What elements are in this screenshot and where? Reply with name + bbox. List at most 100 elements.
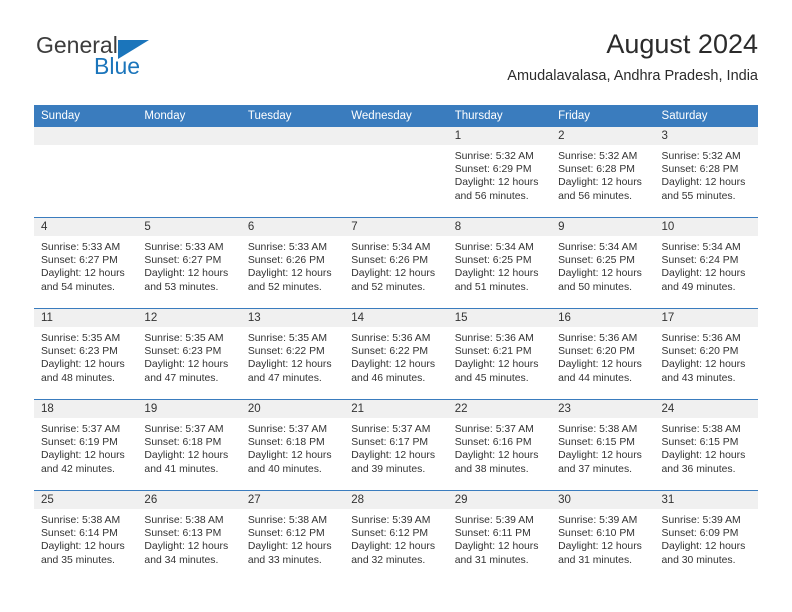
daylight-text-cont: and 49 minutes. xyxy=(661,281,736,293)
daylight-text-cont: and 51 minutes. xyxy=(454,281,529,293)
calendar-day-cell[interactable]: 1 Sunrise: 5:32 AM Sunset: 6:29 PM Daylight… xyxy=(447,127,552,218)
calendar-day-cell[interactable]: 13 Sunrise: 5:35 AM Sunset: 6:22 PM Dayligh… xyxy=(240,308,345,400)
sunset-text: Sunset: 6:29 PM xyxy=(454,164,532,176)
calendar-day-cell[interactable]: 28 Sunrise: 5:39 AM Sunset: 6:12 PM Dayligh… xyxy=(344,490,448,581)
day-details: Sunrise: 5:36 AM Sunset: 6:20 PM Daylight:… xyxy=(655,327,758,385)
day-details: Sunrise: 5:39 AM Sunset: 6:11 PM Daylight:… xyxy=(448,509,551,567)
calendar-day-cell[interactable]: 14 Sunrise: 5:36 AM Sunset: 6:22 PM Dayligh… xyxy=(344,308,448,400)
sunrise-text: Sunrise: 5:36 AM xyxy=(454,333,534,344)
calendar-day-cell[interactable]: 8 Sunrise: 5:34 AM Sunset: 6:25 PM Daylight… xyxy=(447,217,552,309)
sunset-text: Sunset: 6:21 PM xyxy=(454,346,532,358)
day-details: Sunrise: 5:38 AM Sunset: 6:15 PM Daylight:… xyxy=(655,418,758,476)
day-number: 26 xyxy=(137,491,241,509)
calendar-cell-empty xyxy=(34,127,138,218)
daylight-text-cont: and 56 minutes. xyxy=(558,190,633,202)
sunrise-text: Sunrise: 5:33 AM xyxy=(41,242,121,253)
day-number: 3 xyxy=(654,127,758,145)
calendar-day-cell[interactable]: 7 Sunrise: 5:34 AM Sunset: 6:26 PM Daylight… xyxy=(344,217,448,309)
day-number: 7 xyxy=(344,218,448,236)
calendar-day-cell[interactable]: 17 Sunrise: 5:36 AM Sunset: 6:20 PM Dayligh… xyxy=(654,308,758,400)
calendar-day-cell[interactable]: 5 Sunrise: 5:33 AM Sunset: 6:27 PM Daylight… xyxy=(137,217,241,309)
day-number: 23 xyxy=(551,400,655,418)
page-title: August 2024 xyxy=(606,29,758,59)
sunset-text: Sunset: 6:27 PM xyxy=(41,255,118,267)
calendar-day-cell[interactable]: 18 Sunrise: 5:37 AM Sunset: 6:19 PM Dayligh… xyxy=(34,399,138,491)
daylight-text: Daylight: 12 hours xyxy=(454,450,539,462)
day-number xyxy=(344,127,448,145)
calendar-day-cell[interactable]: 22 Sunrise: 5:37 AM Sunset: 6:16 PM Dayligh… xyxy=(447,399,552,491)
calendar-day-cell[interactable]: 15 Sunrise: 5:36 AM Sunset: 6:21 PM Dayligh… xyxy=(447,308,552,400)
day-details: Sunrise: 5:34 AM Sunset: 6:25 PM Daylight:… xyxy=(551,236,654,294)
daylight-text-cont: and 37 minutes. xyxy=(558,463,633,475)
calendar-day-cell[interactable]: 30 Sunrise: 5:39 AM Sunset: 6:10 PM Dayligh… xyxy=(551,490,655,581)
day-details: Sunrise: 5:39 AM Sunset: 6:09 PM Daylight:… xyxy=(655,509,758,567)
daylight-text: Daylight: 12 hours xyxy=(454,268,539,280)
daylight-text-cont: and 50 minutes. xyxy=(558,281,633,293)
daylight-text-cont: and 39 minutes. xyxy=(351,463,426,475)
calendar-day-cell[interactable]: 27 Sunrise: 5:38 AM Sunset: 6:12 PM Dayligh… xyxy=(240,490,345,581)
day-details: Sunrise: 5:33 AM Sunset: 6:26 PM Daylight:… xyxy=(241,236,344,294)
calendar-day-cell[interactable]: 12 Sunrise: 5:35 AM Sunset: 6:23 PM Dayligh… xyxy=(137,308,241,400)
sunrise-text: Sunrise: 5:34 AM xyxy=(558,242,638,253)
daylight-text: Daylight: 12 hours xyxy=(351,359,436,371)
daylight-text: Daylight: 12 hours xyxy=(558,268,642,280)
calendar-day-cell[interactable]: 16 Sunrise: 5:36 AM Sunset: 6:20 PM Dayligh… xyxy=(551,308,655,400)
calendar-day-cell[interactable]: 31 Sunrise: 5:39 AM Sunset: 6:09 PM Dayligh… xyxy=(654,490,758,581)
daylight-text-cont: and 52 minutes. xyxy=(351,281,426,293)
daylight-text-cont: and 31 minutes. xyxy=(454,554,529,566)
weekday-header-friday: Friday xyxy=(551,105,655,127)
sunrise-text: Sunrise: 5:38 AM xyxy=(41,515,121,526)
calendar-day-cell[interactable]: 10 Sunrise: 5:34 AM Sunset: 6:24 PM Dayligh… xyxy=(654,217,758,309)
calendar-day-cell[interactable]: 25 Sunrise: 5:38 AM Sunset: 6:14 PM Dayligh… xyxy=(34,490,138,581)
calendar-day-cell[interactable]: 23 Sunrise: 5:38 AM Sunset: 6:15 PM Dayligh… xyxy=(551,399,655,491)
daylight-text: Daylight: 12 hours xyxy=(661,541,746,553)
sunset-text: Sunset: 6:17 PM xyxy=(351,437,429,449)
day-details: Sunrise: 5:32 AM Sunset: 6:28 PM Daylight:… xyxy=(655,145,758,203)
sunrise-text: Sunrise: 5:37 AM xyxy=(144,424,224,435)
sunset-text: Sunset: 6:20 PM xyxy=(661,346,739,358)
sunrise-text: Sunrise: 5:38 AM xyxy=(247,515,327,526)
day-number: 19 xyxy=(137,400,241,418)
sunrise-sunset-calendar: Sunday Monday Tuesday Wednesday Thursday… xyxy=(34,105,758,581)
daylight-text: Daylight: 12 hours xyxy=(41,268,125,280)
calendar-day-cell[interactable]: 2 Sunrise: 5:32 AM Sunset: 6:28 PM Daylight… xyxy=(551,127,655,218)
calendar-page: General Blue August 2024 Amudalavalasa, … xyxy=(0,0,792,612)
day-details: Sunrise: 5:39 AM Sunset: 6:10 PM Daylight:… xyxy=(551,509,654,567)
calendar-day-cell[interactable]: 19 Sunrise: 5:37 AM Sunset: 6:18 PM Dayligh… xyxy=(137,399,241,491)
sunrise-text: Sunrise: 5:34 AM xyxy=(661,242,741,253)
sunrise-text: Sunrise: 5:37 AM xyxy=(351,424,431,435)
daylight-text-cont: and 31 minutes. xyxy=(558,554,633,566)
sunset-text: Sunset: 6:18 PM xyxy=(247,437,325,449)
daylight-text-cont: and 46 minutes. xyxy=(351,372,426,384)
sunset-text: Sunset: 6:25 PM xyxy=(558,255,635,267)
calendar-day-cell[interactable]: 9 Sunrise: 5:34 AM Sunset: 6:25 PM Daylight… xyxy=(551,217,655,309)
sunset-text: Sunset: 6:20 PM xyxy=(558,346,635,358)
daylight-text-cont: and 42 minutes. xyxy=(41,463,115,475)
day-details: Sunrise: 5:35 AM Sunset: 6:22 PM Daylight:… xyxy=(241,327,344,385)
brand-logo[interactable]: General Blue xyxy=(34,32,264,90)
daylight-text: Daylight: 12 hours xyxy=(247,359,332,371)
brand-name-blue: Blue xyxy=(94,53,141,79)
sunset-text: Sunset: 6:18 PM xyxy=(144,437,222,449)
calendar-day-cell[interactable]: 21 Sunrise: 5:37 AM Sunset: 6:17 PM Dayligh… xyxy=(344,399,448,491)
calendar-day-cell[interactable]: 4 Sunrise: 5:33 AM Sunset: 6:27 PM Daylight… xyxy=(34,217,138,309)
daylight-text-cont: and 44 minutes. xyxy=(558,372,633,384)
sunrise-text: Sunrise: 5:39 AM xyxy=(351,515,431,526)
calendar-day-cell[interactable]: 26 Sunrise: 5:38 AM Sunset: 6:13 PM Dayligh… xyxy=(137,490,241,581)
sunset-text: Sunset: 6:19 PM xyxy=(41,437,118,449)
day-details: Sunrise: 5:34 AM Sunset: 6:24 PM Daylight:… xyxy=(655,236,758,294)
day-details: Sunrise: 5:32 AM Sunset: 6:29 PM Daylight:… xyxy=(448,145,551,203)
calendar-day-cell[interactable]: 29 Sunrise: 5:39 AM Sunset: 6:11 PM Dayligh… xyxy=(447,490,552,581)
calendar-day-cell[interactable]: 24 Sunrise: 5:38 AM Sunset: 6:15 PM Dayligh… xyxy=(654,399,758,491)
day-details: Sunrise: 5:36 AM Sunset: 6:20 PM Daylight:… xyxy=(551,327,654,385)
daylight-text: Daylight: 12 hours xyxy=(247,541,332,553)
calendar-day-cell[interactable]: 6 Sunrise: 5:33 AM Sunset: 6:26 PM Daylight… xyxy=(240,217,345,309)
day-details: Sunrise: 5:38 AM Sunset: 6:14 PM Daylight:… xyxy=(34,509,137,567)
calendar-day-cell[interactable]: 11 Sunrise: 5:35 AM Sunset: 6:23 PM Dayligh… xyxy=(34,308,138,400)
sunset-text: Sunset: 6:26 PM xyxy=(351,255,429,267)
calendar-day-cell[interactable]: 3 Sunrise: 5:32 AM Sunset: 6:28 PM Daylight… xyxy=(654,127,758,218)
day-number: 1 xyxy=(447,127,552,145)
daylight-text-cont: and 56 minutes. xyxy=(454,190,529,202)
sunset-text: Sunset: 6:22 PM xyxy=(351,346,429,358)
calendar-day-cell[interactable]: 20 Sunrise: 5:37 AM Sunset: 6:18 PM Dayligh… xyxy=(240,399,345,491)
